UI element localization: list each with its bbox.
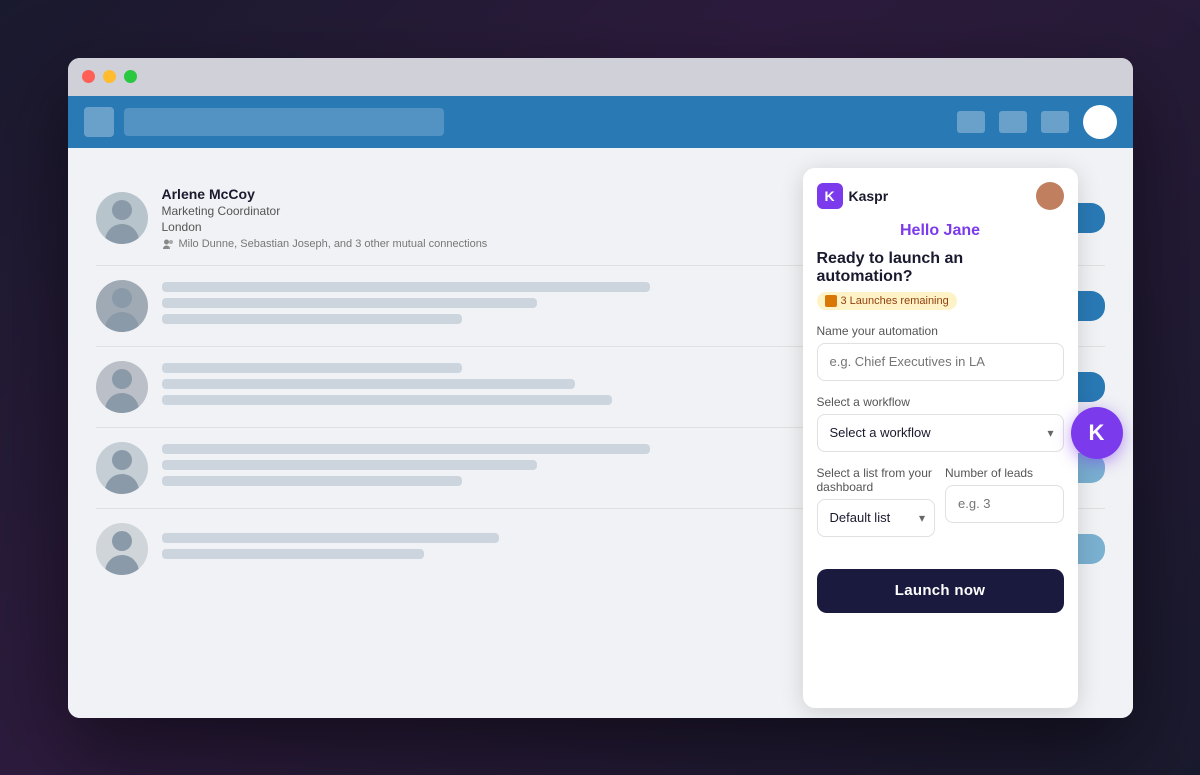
avatar [96, 192, 148, 244]
launch-now-button[interactable]: Launch now [817, 569, 1064, 613]
browser-logo [84, 107, 114, 137]
kaspr-floating-button[interactable]: K [1071, 407, 1123, 459]
launches-text: 3 Launches remaining [841, 295, 949, 307]
kaspr-logo: K Kaspr [817, 183, 889, 209]
browser-nav-icon-3[interactable] [1041, 111, 1069, 133]
launches-badge: 3 Launches remaining [817, 292, 957, 310]
kaspr-user-avatar[interactable] [1036, 182, 1064, 210]
bottom-fields: Select a list from your dashboard Defaul… [817, 466, 1064, 551]
person-info [162, 282, 913, 330]
mutual-connections: Milo Dunne, Sebastian Joseph, and 3 othe… [162, 238, 913, 251]
avatar [96, 523, 148, 575]
skeleton-location [162, 314, 462, 324]
skeleton-title [162, 298, 538, 308]
person-info: Arlene McCoy Marketing Coordinator Londo… [162, 186, 913, 251]
leads-label: Number of leads [945, 466, 1064, 480]
list-field-group: Select a list from your dashboard Defaul… [817, 466, 936, 551]
mutual-text: Milo Dunne, Sebastian Joseph, and 3 othe… [179, 238, 488, 250]
kaspr-header: K Kaspr [803, 168, 1078, 218]
close-button[interactable] [82, 70, 95, 83]
person-name: Arlene McCoy [162, 186, 913, 202]
list-select-wrapper: Default list List 1 List 2 ▾ [817, 499, 936, 537]
browser-nav-icon-2[interactable] [999, 111, 1027, 133]
maximize-button[interactable] [124, 70, 137, 83]
avatar [96, 442, 148, 494]
leads-field-group: Number of leads [945, 466, 1064, 551]
avatar [96, 280, 148, 332]
person-info [162, 363, 913, 411]
browser-profile-avatar[interactable] [1083, 105, 1117, 139]
skeleton-name [162, 444, 650, 454]
address-bar[interactable] [124, 108, 444, 136]
workflow-label: Select a workflow [817, 395, 1064, 409]
avatar [96, 361, 148, 413]
browser-actions [957, 105, 1117, 139]
skeleton-title [162, 379, 575, 389]
browser-nav-icon-1[interactable] [957, 111, 985, 133]
list-label: Select a list from your dashboard [817, 466, 936, 494]
skeleton-sub [162, 395, 613, 405]
skeleton-name [162, 533, 500, 543]
mutual-icon [162, 238, 175, 251]
automation-name-input[interactable] [817, 343, 1064, 381]
kaspr-float-icon: K [1089, 420, 1105, 446]
kaspr-brand-name: Kaspr [849, 188, 889, 204]
skeleton-sub [162, 476, 462, 486]
skeleton-name [162, 363, 462, 373]
person-title: Marketing Coordinator [162, 204, 913, 218]
person-location: London [162, 220, 913, 234]
titlebar [68, 58, 1133, 96]
workflow-select[interactable]: Select a workflow Workflow 1 Workflow 2 [817, 414, 1064, 452]
kaspr-body: Ready to launch an automation? 3 Launche… [803, 250, 1078, 708]
workflow-select-wrapper: Select a workflow Workflow 1 Workflow 2 … [817, 414, 1064, 452]
person-info [162, 444, 913, 492]
kaspr-panel: K Kaspr Hello Jane Ready to launch an au… [803, 168, 1078, 708]
minimize-button[interactable] [103, 70, 116, 83]
kaspr-k-icon: K [817, 183, 843, 209]
leads-number-input[interactable] [945, 485, 1064, 523]
kaspr-heading: Ready to launch an automation? [817, 250, 1064, 286]
skeleton-title [162, 549, 425, 559]
skeleton-name [162, 282, 650, 292]
browser-window: Arlene McCoy Marketing Coordinator Londo… [68, 58, 1133, 718]
list-select[interactable]: Default list List 1 List 2 [817, 499, 936, 537]
launches-icon [825, 295, 837, 307]
skeleton-title [162, 460, 538, 470]
kaspr-greeting: Hello Jane [803, 218, 1078, 250]
main-content: Arlene McCoy Marketing Coordinator Londo… [68, 148, 1133, 718]
person-info [162, 533, 913, 565]
automation-name-label: Name your automation [817, 324, 1064, 338]
browser-toolbar [68, 96, 1133, 148]
